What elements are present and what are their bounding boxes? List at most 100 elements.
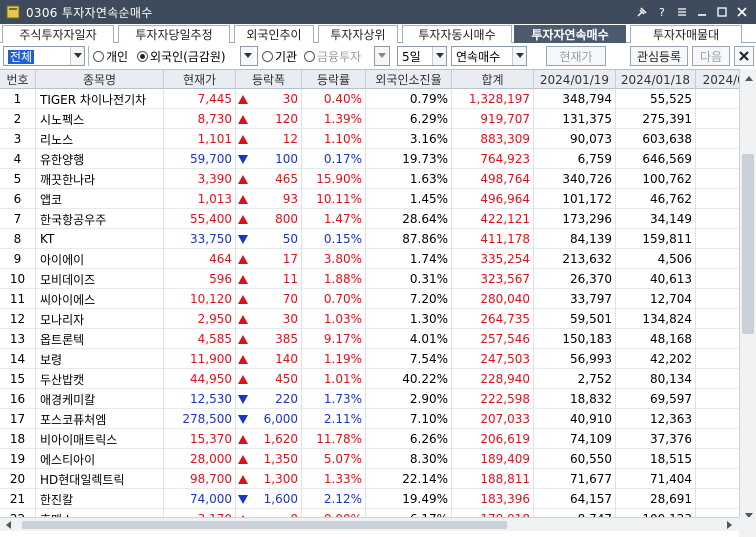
table-row[interactable]: 6 앱코 1,013 93 10.11% 1.45% 496,964 101,172 46,76…	[0, 189, 739, 209]
minimize-icon[interactable]	[692, 3, 712, 21]
column-header[interactable]: 등락률	[302, 70, 366, 89]
stock-name[interactable]: 한국항공우주	[36, 209, 164, 229]
table-row[interactable]: 2 시노펙스 8,730 120 1.39% 6.29% 919,707 131,375 275…	[0, 109, 739, 129]
stock-name[interactable]: KT	[36, 229, 164, 249]
radio-institution[interactable]: 기관	[262, 46, 297, 66]
table-row[interactable]: 12 모나리자 2,950 30 1.03% 1.30% 264,735 59,501 134,…	[0, 309, 739, 329]
table-row[interactable]: 1 TIGER 차이나전기차 7,445 30 0.40% 0.79% 1,328,197 3…	[0, 89, 739, 109]
table-row[interactable]: 18 비아이매트릭스 15,370 1,620 11.78% 6.26% 206,619 74…	[0, 429, 739, 449]
radio-financial-investment-dot[interactable]	[304, 50, 315, 62]
radio-institution-dot[interactable]	[262, 50, 273, 62]
stock-name[interactable]: 포스코퓨처엠	[36, 409, 164, 429]
stock-name[interactable]: 씨아이에스	[36, 289, 164, 309]
pin-icon[interactable]	[632, 3, 652, 21]
column-header[interactable]: 번호	[0, 70, 36, 89]
column-header[interactable]: 2024/01/19	[534, 70, 616, 89]
stock-name[interactable]: 깨끗한나라	[36, 169, 164, 189]
next-button[interactable]: 다음	[692, 46, 730, 66]
column-header[interactable]: 종목명	[36, 70, 164, 89]
close-icon[interactable]	[732, 3, 752, 21]
up-triangle-icon	[238, 194, 248, 204]
table-row[interactable]: 10 모비데이즈 596 11 1.88% 0.31% 323,567 26,370 40,61…	[0, 269, 739, 289]
stock-name[interactable]: TIGER 차이나전기차	[36, 89, 164, 109]
institution-type-select[interactable]	[374, 46, 390, 66]
column-header[interactable]: 2024/01	[696, 70, 739, 89]
tab-investor-supply-zone[interactable]: 투자자매물대	[630, 25, 742, 43]
stock-name[interactable]: 유한양행	[36, 149, 164, 169]
vertical-scroll-thumb[interactable]	[742, 154, 754, 334]
radio-individual-dot[interactable]	[93, 50, 104, 62]
table-row[interactable]: 13 옵트론텍 4,585 385 9.17% 4.01% 257,546 150,183 48…	[0, 329, 739, 349]
stock-name[interactable]: 아이에이	[36, 249, 164, 269]
column-header[interactable]: 현재가	[164, 70, 236, 89]
chevron-down-icon[interactable]	[240, 47, 254, 65]
column-header[interactable]: 등락폭	[236, 70, 302, 89]
table-row[interactable]: 8 KT 33,750 50 0.15% 87.86% 411,178 84,139 159,8…	[0, 229, 739, 249]
tab-investor-consecutive-buy[interactable]: 투자자연속매수	[514, 25, 626, 43]
tab-investor-top[interactable]: 투자자상위	[318, 25, 398, 43]
scroll-right-icon[interactable]	[723, 518, 737, 532]
stock-name[interactable]: 두산밥캣	[36, 369, 164, 389]
table-row[interactable]: 9 아이에이 464 17 3.80% 1.74% 335,254 213,632 4,506	[0, 249, 739, 269]
table-row[interactable]: 15 두산밥캣 44,950 450 1.01% 40.22% 228,940 2,752 80…	[0, 369, 739, 389]
radio-foreign[interactable]: 외국인(금감원)	[137, 46, 226, 66]
table-row[interactable]: 14 보령 11,900 140 1.19% 7.54% 247,503 56,993 42,2…	[0, 349, 739, 369]
stock-name[interactable]: 모나리자	[36, 309, 164, 329]
stock-name[interactable]: 모비데이즈	[36, 269, 164, 289]
table-row[interactable]: 4 유한양행 59,700 100 0.17% 19.73% 764,923 6,759 646…	[0, 149, 739, 169]
column-header[interactable]: 2024/01/18	[616, 70, 696, 89]
radio-financial-investment[interactable]: 금융투자	[304, 46, 361, 66]
tab-investor-simultaneous-buy[interactable]: 투자자동시매수	[402, 25, 512, 43]
table-row[interactable]: 19 에스티아이 28,000 1,350 5.07% 8.30% 189,409 60,55…	[0, 449, 739, 469]
excel-export-icon[interactable]	[734, 46, 754, 66]
table-row[interactable]: 3 리노스 1,101 12 1.10% 3.16% 883,309 90,073 603,63…	[0, 129, 739, 149]
column-header[interactable]: 합계	[452, 70, 534, 89]
current-price-button[interactable]: 현재가	[546, 46, 606, 66]
help-icon[interactable]: ?	[652, 3, 672, 21]
table-row[interactable]: 20 HD현대일렉트릭 98,700 1,300 1.33% 22.14% 188,811 7…	[0, 469, 739, 489]
stock-name[interactable]: 옵트론텍	[36, 329, 164, 349]
stock-name[interactable]: 에스티아이	[36, 449, 164, 469]
total-net-buy: 498,764	[452, 169, 534, 189]
horizontal-scroll-thumb[interactable]	[22, 521, 507, 529]
table-row[interactable]: 7 한국항공우주 55,400 800 1.47% 28.64% 422,121 173,29…	[0, 209, 739, 229]
stock-name[interactable]: 시노펙스	[36, 109, 164, 129]
chevron-down-icon[interactable]	[432, 47, 446, 65]
stock-name[interactable]: 애경케미칼	[36, 389, 164, 409]
chevron-down-icon[interactable]	[70, 47, 84, 65]
stock-name[interactable]: 한진칼	[36, 489, 164, 509]
stock-name[interactable]: 앱코	[36, 189, 164, 209]
stock-name[interactable]: 보령	[36, 349, 164, 369]
vertical-scrollbar[interactable]	[739, 69, 756, 526]
menu-icon[interactable]	[672, 3, 692, 21]
tab-investor-intraday-estimate[interactable]: 투자자당일추정	[118, 25, 230, 43]
tab-investor-daily[interactable]: 주식투자자일자	[2, 25, 114, 43]
scroll-left-icon[interactable]	[2, 518, 16, 532]
table-row[interactable]: 5 깨끗한나라 3,390 465 15.90% 1.63% 498,764 340,726 1…	[0, 169, 739, 189]
maximize-icon[interactable]	[712, 3, 732, 21]
table-row[interactable]: 21 한진칼 74,000 1,600 2.12% 19.49% 183,396 64,157…	[0, 489, 739, 509]
table-row[interactable]: 11 씨아이에스 10,120 70 0.70% 7.20% 280,040 33,797 12…	[0, 289, 739, 309]
horizontal-scrollbar[interactable]	[0, 517, 739, 531]
table-row[interactable]: 17 포스코퓨처엠 278,500 6,000 2.11% 7.10% 207,033 40,…	[0, 409, 739, 429]
net-buy-day-2: 603,638	[616, 129, 696, 149]
table-row[interactable]: 16 애경케미칼 12,530 220 1.73% 2.90% 222,598 18,832 6…	[0, 389, 739, 409]
net-buy-day-2: 40,613	[616, 269, 696, 289]
period-select[interactable]: 5일	[397, 46, 447, 66]
foreign-type-select[interactable]	[240, 46, 258, 66]
stock-name[interactable]: 리노스	[36, 129, 164, 149]
column-header[interactable]: 외국인소진율	[366, 70, 452, 89]
chevron-down-icon[interactable]	[512, 47, 526, 65]
radio-foreign-dot[interactable]	[137, 50, 148, 62]
watchlist-add-button[interactable]: 관심등록	[630, 46, 688, 66]
tab-foreign-trend[interactable]: 외국인추이	[234, 25, 314, 43]
radio-individual[interactable]: 개인	[93, 46, 128, 66]
stock-name[interactable]: HD현대일렉트릭	[36, 469, 164, 489]
net-buy-day-3: 1	[696, 269, 739, 289]
stock-name[interactable]: 비아이매트릭스	[36, 429, 164, 449]
app-icon	[6, 5, 20, 19]
chevron-down-icon[interactable]	[374, 47, 388, 65]
scroll-up-icon[interactable]	[741, 71, 756, 87]
market-select[interactable]: 전체	[3, 46, 85, 66]
mode-select[interactable]: 연속매수	[451, 46, 527, 66]
